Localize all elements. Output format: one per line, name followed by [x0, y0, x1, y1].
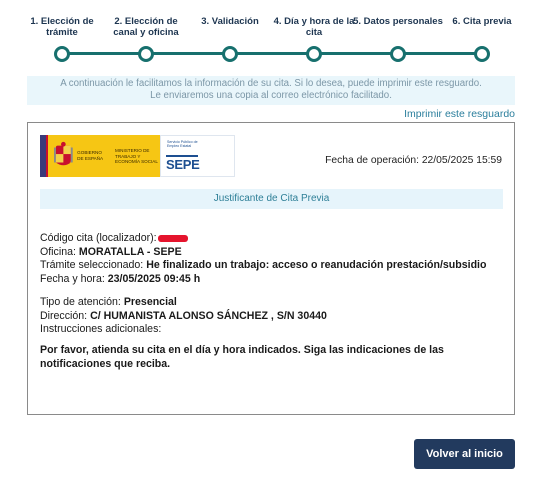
info-banner-line-2: Le enviaremos una copia al correo electr…	[150, 90, 392, 101]
stepper-line	[62, 52, 483, 55]
receipt-title: Justificante de Cita Previa	[40, 189, 503, 209]
step-4-dot	[306, 46, 322, 62]
step-5-label: 5. Datos personales	[353, 16, 443, 27]
tipo-label: Tipo de atención:	[40, 296, 121, 308]
government-logo: Gobierno de España Ministerio de Trabajo…	[40, 135, 160, 177]
redacted-code	[157, 234, 188, 242]
tipo-value: Presencial	[123, 296, 177, 308]
step-3-label: 3. Validación	[201, 16, 259, 27]
sepe-logo: Gobierno de España Ministerio de Trabajo…	[40, 135, 235, 177]
gov-text: Gobierno de España	[77, 150, 104, 161]
oficina-row: Oficina: MORATALLA - SEPE	[40, 246, 500, 260]
coat-of-arms-icon	[54, 141, 74, 166]
step-2-dot	[138, 46, 154, 62]
tramite-label: Trámite seleccionado:	[40, 259, 144, 271]
oficina-value: MORATALLA - SEPE	[78, 245, 182, 258]
sepe-brand: Servicio Público de Empleo Estatal SEPE	[160, 135, 235, 177]
step-2-label: 2. Elección de canal y oficina	[113, 16, 179, 38]
ministry-text: Ministerio de Trabajo y Economía Social	[115, 148, 158, 164]
oficina-label: Oficina:	[40, 245, 76, 258]
progress-stepper: 1. Elección de trámite 2. Elección de ca…	[0, 0, 545, 70]
operation-date: Fecha de operación: 22/05/2025 15:59	[325, 155, 502, 166]
tipo-row: Tipo de atención: Presencial	[40, 296, 500, 310]
info-banner-line-1: A continuación le facilitamos la informa…	[60, 78, 482, 89]
direccion-row: Dirección: C/ HUMANISTA ALONSO SÁNCHEZ ,…	[40, 310, 500, 324]
sepe-wordmark: SEPE	[166, 157, 200, 172]
direccion-value: C/ HUMANISTA ALONSO SÁNCHEZ , S/N 30440	[90, 309, 327, 322]
back-to-home-button[interactable]: Volver al inicio	[414, 439, 515, 469]
step-1-label: 1. Elección de trámite	[30, 16, 94, 38]
info-banner: A continuación le facilitamos la informa…	[27, 76, 515, 105]
step-3-dot	[222, 46, 238, 62]
step-5-dot	[390, 46, 406, 62]
appointment-receipt: Gobierno de España Ministerio de Trabajo…	[27, 122, 515, 415]
appointment-notice: Por favor, atienda su cita en el día y h…	[40, 343, 444, 370]
codigo-row: Código cita (localizador):	[40, 232, 500, 246]
instrucciones-label: Instrucciones adicionales:	[40, 323, 162, 335]
fecha-row: Fecha y hora: 23/05/2025 09:45 h	[40, 273, 500, 287]
print-receipt-link[interactable]: Imprimir este resguardo	[404, 108, 515, 120]
step-6-dot	[474, 46, 490, 62]
tramite-value: He finalizado un trabajo: acceso o reanu…	[146, 259, 487, 271]
direccion-label: Dirección:	[40, 309, 88, 322]
step-1-dot	[54, 46, 70, 62]
fecha-label: Fecha y hora:	[40, 272, 105, 285]
tramite-row: Trámite seleccionado: He finalizado un t…	[40, 259, 500, 273]
step-6-label: 6. Cita previa	[452, 16, 512, 27]
appointment-details: Código cita (localizador): Oficina: MORA…	[40, 232, 500, 371]
codigo-label: Código cita (localizador):	[40, 232, 157, 244]
sepe-subtitle: Servicio Público de Empleo Estatal	[167, 140, 198, 149]
fecha-value: 23/05/2025 09:45 h	[107, 272, 201, 285]
step-4-label: 4. Día y hora de la cita	[273, 16, 355, 38]
